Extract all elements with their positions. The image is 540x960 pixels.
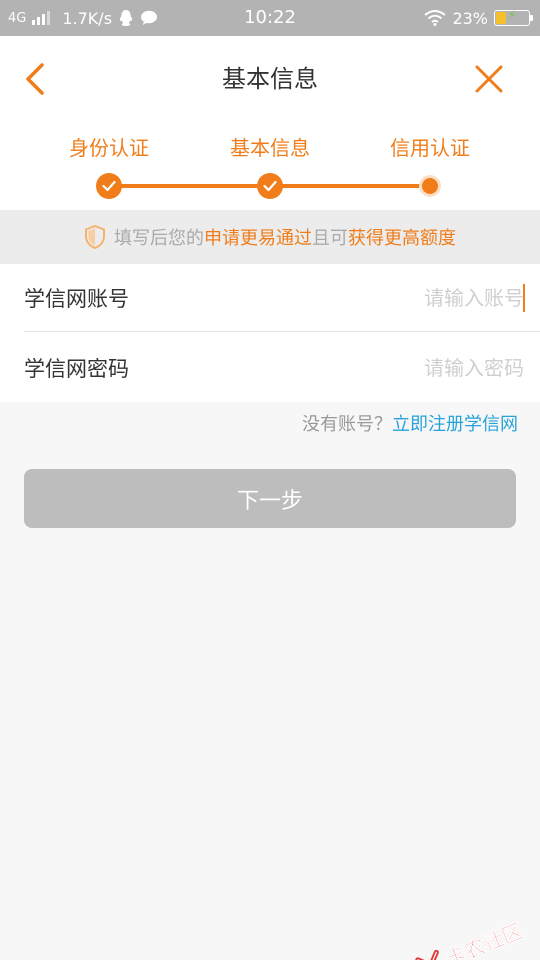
tip-banner: 填写后您的申请更易通过且可获得更高额度 xyxy=(0,210,540,264)
step-dot-identity xyxy=(96,173,122,199)
register-prefix: 没有账号？ xyxy=(302,414,392,435)
watermark: 卡农社区 xyxy=(413,915,526,960)
login-form: 学信网账号 学信网密码 xyxy=(0,264,540,402)
next-step-button[interactable]: 下一步 xyxy=(24,469,516,528)
account-label: 学信网账号 xyxy=(24,287,129,311)
password-input[interactable] xyxy=(304,348,524,388)
nav-header: 基本信息 xyxy=(0,36,540,122)
close-icon xyxy=(475,65,503,93)
battery-percent: 23% xyxy=(452,8,488,28)
step-label-basic-info: 基本信息 xyxy=(230,136,310,160)
tip-highlight-approve: 申请更易通过 xyxy=(204,228,312,249)
check-icon xyxy=(263,180,277,192)
register-hint: 没有账号？立即注册学信网 xyxy=(302,410,518,436)
watermark-text: 卡农社区 xyxy=(442,918,526,960)
status-right: 23% ⚡ xyxy=(424,0,533,36)
battery-icon: ⚡ xyxy=(494,8,533,26)
back-button[interactable] xyxy=(20,62,50,96)
account-input[interactable] xyxy=(304,278,524,318)
check-icon xyxy=(102,180,116,192)
close-button[interactable] xyxy=(472,62,506,96)
shield-icon xyxy=(85,225,105,249)
step-dot-credit xyxy=(422,178,438,194)
tip-text: 填写后您的申请更易通过且可获得更高额度 xyxy=(114,228,456,249)
progress-steps: 身份认证 基本信息 信用认证 xyxy=(0,122,540,210)
page-title: 基本信息 xyxy=(222,65,318,93)
tip-highlight-limit: 获得更高额度 xyxy=(348,228,456,249)
status-bar: 4G 1.7K/s 10:22 23% ⚡ xyxy=(0,0,540,36)
account-row: 学信网账号 xyxy=(24,264,540,332)
chevron-left-icon xyxy=(26,63,44,95)
register-link[interactable]: 立即注册学信网 xyxy=(392,414,518,435)
form-divider xyxy=(24,331,540,332)
text-caret xyxy=(523,284,525,312)
step-label-credit: 信用认证 xyxy=(390,136,470,160)
step-label-identity: 身份认证 xyxy=(69,136,149,160)
password-row: 学信网密码 xyxy=(24,334,540,402)
password-label: 学信网密码 xyxy=(24,357,129,381)
step-dot-basic-info xyxy=(257,173,283,199)
wifi-icon xyxy=(424,10,447,26)
